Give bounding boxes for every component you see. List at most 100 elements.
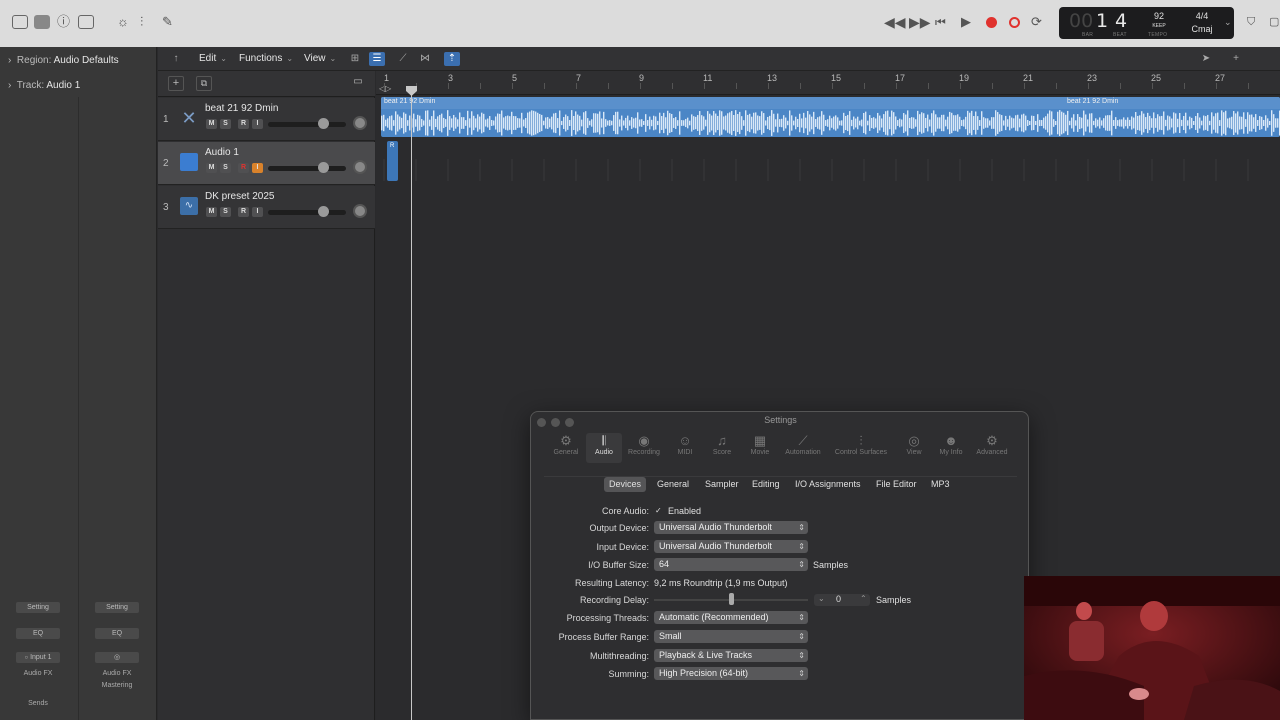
mixer-icon[interactable]: ⫶ [140,13,143,31]
processing-threads-select[interactable]: Automatic (Recommended) [654,611,808,624]
tab-general[interactable]: ⚙ General [548,433,584,456]
track-inspector-header[interactable]: › Track: Audio 1 [8,80,80,91]
strip-1-setting[interactable]: Setting [16,602,60,613]
tab-score[interactable]: ♫ Score [704,433,740,456]
tab-midi[interactable]: ☺ MIDI [667,433,703,456]
catch-icon[interactable]: ⇡ [444,52,460,66]
global-tracks-icon[interactable]: ▭ [350,76,366,91]
replace-record-icon[interactable] [1009,17,1020,28]
tab-advanced[interactable]: ⚙ Advanced [972,433,1012,456]
buffer-size-select[interactable]: 64 [654,558,808,571]
functions-menu[interactable]: Functions [239,53,293,64]
subtab-sampler[interactable]: Sampler [700,477,744,492]
subtab-file-editor[interactable]: File Editor [871,477,922,492]
play-icon[interactable]: ▶ [961,13,971,31]
tab-movie[interactable]: ▦ Movie [742,433,778,456]
track-row[interactable]: 3 ∿ DK preset 2025 M S R I [158,186,375,229]
record-enable-button[interactable]: R [238,163,249,173]
smart-controls-icon[interactable]: ☼ [117,13,129,31]
cycle-icon[interactable]: ⟳ [1031,13,1042,31]
input-monitor-button[interactable]: I [252,207,263,217]
record-button[interactable] [986,17,997,28]
locator-arrows-icon[interactable]: ◁▷ [379,84,391,93]
input-device-select[interactable]: Universal Audio Thunderbolt [654,540,808,553]
bar-ruler[interactable]: ◁▷ 1 3 5 7 9 11 13 15 17 19 21 23 25 27 [376,71,1280,95]
strip-1-input[interactable]: ○ Input 1 [16,652,60,663]
loop-browser-icon[interactable]: ▢ [1269,13,1279,31]
mute-button[interactable]: M [206,207,217,217]
strip-1-audio-fx[interactable]: Audio FX [16,670,60,677]
strip-2-audio-fx[interactable]: Audio FX [95,670,139,677]
subtab-general[interactable]: General [652,477,694,492]
track-row[interactable]: 2 Audio 1 M S R I [158,142,375,185]
library-icon[interactable] [12,15,28,29]
record-enable-button[interactable]: R [238,119,249,129]
tab-automation[interactable]: ⟋ Automation [781,433,825,456]
duplicate-track-icon[interactable]: ⧉ [196,76,212,91]
forward-icon[interactable]: ▶▶ [909,13,931,31]
editors-icon[interactable]: ✎ [162,13,173,31]
pan-knob[interactable] [353,204,367,218]
recording-delay-thumb[interactable] [729,593,734,605]
pan-knob[interactable] [353,160,367,174]
volume-knob[interactable] [318,206,329,217]
volume-knob[interactable] [318,162,329,173]
volume-knob[interactable] [318,118,329,129]
recording-region[interactable]: R [387,141,398,181]
mute-button[interactable]: M [206,119,217,129]
record-enable-button[interactable]: R [238,207,249,217]
back-arrow-icon[interactable]: ↑ [168,52,184,66]
output-device-select[interactable]: Universal Audio Thunderbolt [654,521,808,534]
pan-knob[interactable] [353,116,367,130]
solo-button[interactable]: S [220,119,231,129]
input-monitor-button[interactable]: I [252,119,263,129]
list-editors-icon[interactable]: ⛉ [1247,13,1255,31]
subtab-editing[interactable]: Editing [747,477,785,492]
add-track-button[interactable]: + [168,76,184,91]
tab-recording[interactable]: ◉ Recording [626,433,662,456]
strip-2-setting[interactable]: Setting [95,602,139,613]
input-monitor-button[interactable]: I [252,163,263,173]
volume-slider[interactable] [268,122,346,127]
lcd-display[interactable]: 00 1 4 BAR BEAT 92 KEEP TEMPO 4/4 Cmaj ⌄ [1059,7,1234,39]
pencil-tool-icon[interactable]: + [1228,52,1244,66]
rewind-icon[interactable]: ◀◀ [884,13,906,31]
strip-2-mastering[interactable]: Mastering [95,682,139,689]
solo-button[interactable]: S [220,207,231,217]
playhead[interactable] [411,88,412,720]
help-icon[interactable]: ⓘ [57,13,70,31]
track-row[interactable]: 1 ✕ beat 21 92 Dmin M S R I [158,98,375,141]
recording-delay-stepper[interactable]: ⌄ 0 ⌃ [814,594,870,606]
subtab-mp3[interactable]: MP3 [926,477,955,492]
track-name[interactable]: Audio 1 [205,147,239,158]
go-to-start-icon[interactable]: ⏮ [935,13,946,31]
region-inspector-header[interactable]: › Region: Audio Defaults [8,55,119,66]
tab-control-surfaces[interactable]: ⫶ Control Surfaces [830,433,892,456]
solo-button[interactable]: S [220,163,231,173]
flex-icon[interactable]: ⋈ [417,52,433,66]
volume-slider[interactable] [268,210,346,215]
automation-icon[interactable]: ⟋ [395,52,411,66]
subtab-io-assignments[interactable]: I/O Assignments [790,477,866,492]
volume-slider[interactable] [268,166,346,171]
pointer-tool-icon[interactable]: ➤ [1198,52,1214,66]
lcd-chevron-icon[interactable]: ⌄ [1224,17,1232,28]
summing-select[interactable]: High Precision (64-bit) [654,667,808,680]
view-menu[interactable]: View [304,53,336,64]
tab-my-info[interactable]: ☻ My Info [933,433,969,456]
strip-1-eq[interactable]: EQ [16,628,60,639]
inspector-icon[interactable] [34,15,50,29]
chevron-up-icon[interactable]: ⌃ [860,594,867,603]
tab-view[interactable]: ◎ View [896,433,932,456]
edit-menu[interactable]: Edit [199,53,227,64]
mute-button[interactable]: M [206,163,217,173]
multithreading-select[interactable]: Playback & Live Tracks [654,649,808,662]
strip-2-link[interactable]: ◎ [95,652,139,663]
audio-region[interactable] [381,97,1280,137]
core-audio-checkbox[interactable]: ✓ [655,506,664,515]
subtab-devices[interactable]: Devices [604,477,647,492]
process-buffer-range-select[interactable]: Small [654,630,808,643]
list-view-icon[interactable]: ☰ [369,52,385,66]
track-name[interactable]: DK preset 2025 [205,191,275,202]
track-name[interactable]: beat 21 92 Dmin [205,103,278,114]
